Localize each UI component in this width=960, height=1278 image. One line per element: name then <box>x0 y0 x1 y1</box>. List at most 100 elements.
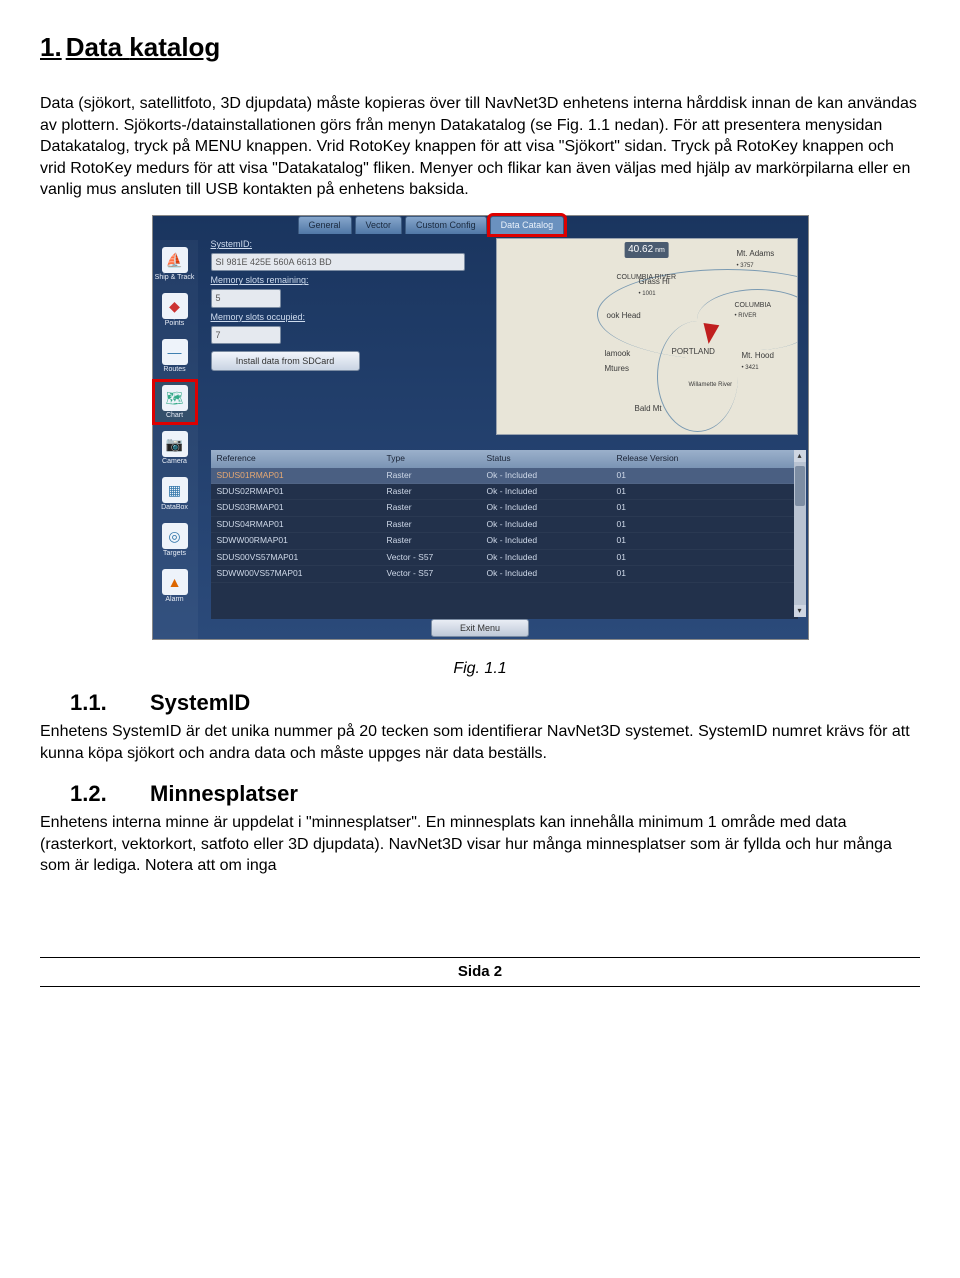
exit-menu-button[interactable]: Exit Menu <box>431 619 529 637</box>
heading-1-1-number: 1.1. <box>70 688 150 718</box>
section-1-2-body: Enhetens interna minne är uppdelat i "mi… <box>40 812 920 877</box>
figure-1-1-screenshot: GeneralVectorCustom ConfigData Catalog ⛵… <box>152 215 809 640</box>
map-scale-value: 40.62 <box>628 243 653 257</box>
alarm-icon: ▲ <box>162 569 188 595</box>
databox-icon: ▦ <box>162 477 188 503</box>
table-cell: Raster <box>387 470 487 481</box>
heading-1-2-title: Minnesplatser <box>150 781 298 806</box>
sidebar-item-label: DataBox <box>161 504 188 511</box>
table-cell: Raster <box>387 519 487 530</box>
heading-1: 1.Data katalog <box>40 30 920 65</box>
table-cell: 01 <box>617 470 792 481</box>
heading-1-1-title: SystemID <box>150 690 250 715</box>
sidebar-item-routes[interactable]: —Routes <box>153 334 197 378</box>
points-icon: ◆ <box>162 293 188 319</box>
footer-rule-bottom <box>40 986 920 987</box>
map-label: Grass Hl• 1001 <box>639 277 670 299</box>
heading-1-word-b: katalog <box>129 32 220 62</box>
table-row[interactable]: SDWW00RMAP01RasterOk - Included01 <box>211 533 798 549</box>
table-header-cell[interactable]: Type <box>387 453 487 464</box>
map-preview[interactable]: 40.62 nm Mt. Adams• 3757COLUMBIA RIVERGr… <box>496 238 798 435</box>
table-cell: 01 <box>617 502 792 513</box>
systemid-field[interactable]: SI 981E 425E 560A 6613 BD <box>211 253 465 271</box>
table-cell: Ok - Included <box>487 502 617 513</box>
table-row[interactable]: SDUS03RMAP01RasterOk - Included01 <box>211 500 798 516</box>
sidebar-item-label: Targets <box>163 550 186 557</box>
scroll-up-icon[interactable]: ▴ <box>794 450 806 462</box>
tab-general[interactable]: General <box>298 216 352 234</box>
table-cell: 01 <box>617 552 792 563</box>
sidebar-item-targets[interactable]: ◎Targets <box>153 518 197 562</box>
table-row[interactable]: SDUS04RMAP01RasterOk - Included01 <box>211 517 798 533</box>
map-label: COLUMBIA• RIVER <box>735 301 772 320</box>
map-label: Bald Mt <box>635 404 662 415</box>
heading-1-2: 1.2.Minnesplatser <box>70 779 920 809</box>
table-cell: Ok - Included <box>487 519 617 530</box>
mem-occupied-label: Memory slots occupied: <box>211 311 475 323</box>
scroll-down-icon[interactable]: ▾ <box>794 605 806 617</box>
section-1-1-body: Enhetens SystemID är det unika nummer på… <box>40 721 920 764</box>
table-row[interactable]: SDUS00VS57MAP01Vector - S57Ok - Included… <box>211 550 798 566</box>
sidebar-item-points[interactable]: ◆Points <box>153 288 197 332</box>
table-cell: Ok - Included <box>487 470 617 481</box>
figure-caption: Fig. 1.1 <box>40 658 920 680</box>
heading-1-2-number: 1.2. <box>70 779 150 809</box>
intro-paragraph: Data (sjökort, satellitfoto, 3D djupdata… <box>40 93 920 201</box>
tab-data-catalog[interactable]: Data Catalog <box>490 216 565 234</box>
sidebar-item-chart[interactable]: 🗺Chart <box>153 380 197 424</box>
table-cell: Raster <box>387 535 487 546</box>
sidebar-item-ship-track[interactable]: ⛵Ship & Track <box>153 242 197 286</box>
table-cell: SDUS01RMAP01 <box>217 470 387 481</box>
table-row[interactable]: SDUS01RMAP01RasterOk - Included01 <box>211 468 798 484</box>
map-label: PORTLAND <box>672 347 715 358</box>
table-cell: SDUS04RMAP01 <box>217 519 387 530</box>
camera-icon: 📷 <box>162 431 188 457</box>
sidebar-item-label: Ship & Track <box>155 274 195 281</box>
chart-data-table[interactable]: ReferenceTypeStatusRelease Version SDUS0… <box>211 450 798 619</box>
scroll-thumb[interactable] <box>795 466 805 506</box>
table-cell: 01 <box>617 519 792 530</box>
sidebar-item-label: Chart <box>166 412 183 419</box>
heading-1-word-a: Data <box>66 32 122 62</box>
mem-remaining-label: Memory slots remaining: <box>211 274 475 286</box>
map-scale-badge: 40.62 nm <box>624 242 669 258</box>
sidebar-item-databox[interactable]: ▦DataBox <box>153 472 197 516</box>
map-label: Willamette River <box>689 381 733 389</box>
map-label: ook Head <box>607 311 641 322</box>
map-label: Mt. Adams• 3757 <box>737 249 775 271</box>
table-header-cell[interactable]: Release Version <box>617 453 792 464</box>
page-footer: Sida 2 <box>40 957 920 987</box>
table-cell: Raster <box>387 502 487 513</box>
table-cell: Ok - Included <box>487 568 617 579</box>
tab-bar: GeneralVectorCustom ConfigData Catalog <box>298 216 565 234</box>
table-row[interactable]: SDWW00VS57MAP01Vector - S57Ok - Included… <box>211 566 798 582</box>
sidebar-item-alarm[interactable]: ▲Alarm <box>153 564 197 608</box>
table-cell: SDWW00VS57MAP01 <box>217 568 387 579</box>
heading-1-number: 1. <box>40 32 62 62</box>
ship-icon <box>700 323 719 345</box>
table-scrollbar[interactable]: ▴ ▾ <box>794 450 806 617</box>
sidebar-item-camera[interactable]: 📷Camera <box>153 426 197 470</box>
map-scale-unit: nm <box>655 246 665 255</box>
table-cell: 01 <box>617 486 792 497</box>
routes-icon: — <box>162 339 188 365</box>
sidebar-item-label: Points <box>165 320 184 327</box>
tab-vector[interactable]: Vector <box>355 216 403 234</box>
map-label: lamook <box>605 349 631 360</box>
table-row[interactable]: SDUS02RMAP01RasterOk - Included01 <box>211 484 798 500</box>
sidebar-item-label: Alarm <box>165 596 183 603</box>
mem-occupied-field[interactable]: 7 <box>211 326 281 344</box>
table-header-row: ReferenceTypeStatusRelease Version <box>211 450 798 467</box>
tab-custom-config[interactable]: Custom Config <box>405 216 487 234</box>
table-header-cell[interactable]: Status <box>487 453 617 464</box>
table-header-cell[interactable]: Reference <box>217 453 387 464</box>
mem-remaining-field[interactable]: 5 <box>211 289 281 307</box>
map-label: Mt. Hood• 3421 <box>742 351 774 373</box>
install-from-sdcard-button[interactable]: Install data from SDCard <box>211 351 360 371</box>
page-number: Sida 2 <box>40 958 920 986</box>
sidebar-item-label: Camera <box>162 458 187 465</box>
table-cell: Ok - Included <box>487 552 617 563</box>
table-cell: Raster <box>387 486 487 497</box>
table-cell: 01 <box>617 535 792 546</box>
heading-1-1: 1.1.SystemID <box>70 688 920 718</box>
